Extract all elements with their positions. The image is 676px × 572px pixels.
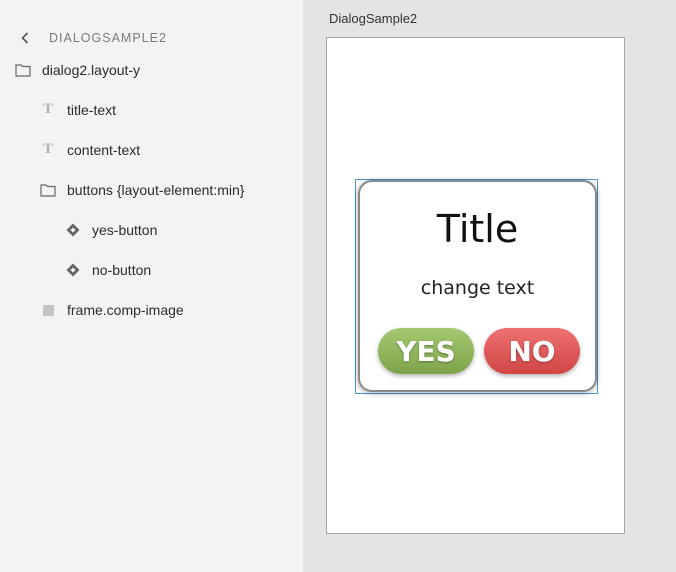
layer-label: frame.comp-image xyxy=(67,302,184,318)
design-canvas[interactable]: DialogSample2 Title change text YES NO xyxy=(303,0,676,572)
dialog-content-text[interactable]: change text xyxy=(360,277,595,299)
component-icon xyxy=(65,222,81,238)
dialog[interactable]: Title change text YES NO xyxy=(358,180,597,392)
yes-button[interactable]: YES xyxy=(378,328,474,374)
layer-label: yes-button xyxy=(92,222,158,238)
chevron-left-icon[interactable] xyxy=(19,30,31,46)
layer-label: content-text xyxy=(67,142,141,158)
layer-item-content-text[interactable]: T content-text xyxy=(0,135,303,165)
layer-item-title-text[interactable]: T title-text xyxy=(0,95,303,125)
layer-label: buttons {layout-element:min} xyxy=(67,182,245,198)
layer-item-buttons[interactable]: buttons {layout-element:min} xyxy=(0,175,303,205)
document-title: DIALOGSAMPLE2 xyxy=(49,31,167,45)
text-icon: T xyxy=(43,142,53,157)
folder-icon xyxy=(40,182,56,198)
selection-box[interactable]: Title change text YES NO xyxy=(355,179,598,394)
component-icon xyxy=(65,262,81,278)
layer-item-no-button[interactable]: no-button xyxy=(0,255,303,285)
layer-label: title-text xyxy=(67,102,117,118)
artboard-name[interactable]: DialogSample2 xyxy=(329,11,417,26)
rectangle-icon xyxy=(40,302,56,318)
text-icon: T xyxy=(43,102,53,117)
layers-panel: DIALOGSAMPLE2 dialog2.layout-y T title-t… xyxy=(0,0,303,572)
layer-label: no-button xyxy=(92,262,152,278)
dialog-title[interactable]: Title xyxy=(360,207,595,251)
layer-item-yes-button[interactable]: yes-button xyxy=(0,215,303,245)
artboard[interactable]: Title change text YES NO xyxy=(326,37,625,534)
layer-item-frame-comp-image[interactable]: frame.comp-image xyxy=(0,295,303,325)
layer-label: dialog2.layout-y xyxy=(42,62,141,78)
folder-icon xyxy=(15,62,31,78)
layers-header[interactable]: DIALOGSAMPLE2 xyxy=(0,26,303,52)
no-button[interactable]: NO xyxy=(484,328,580,374)
layer-item-dialog2[interactable]: dialog2.layout-y xyxy=(0,55,303,85)
